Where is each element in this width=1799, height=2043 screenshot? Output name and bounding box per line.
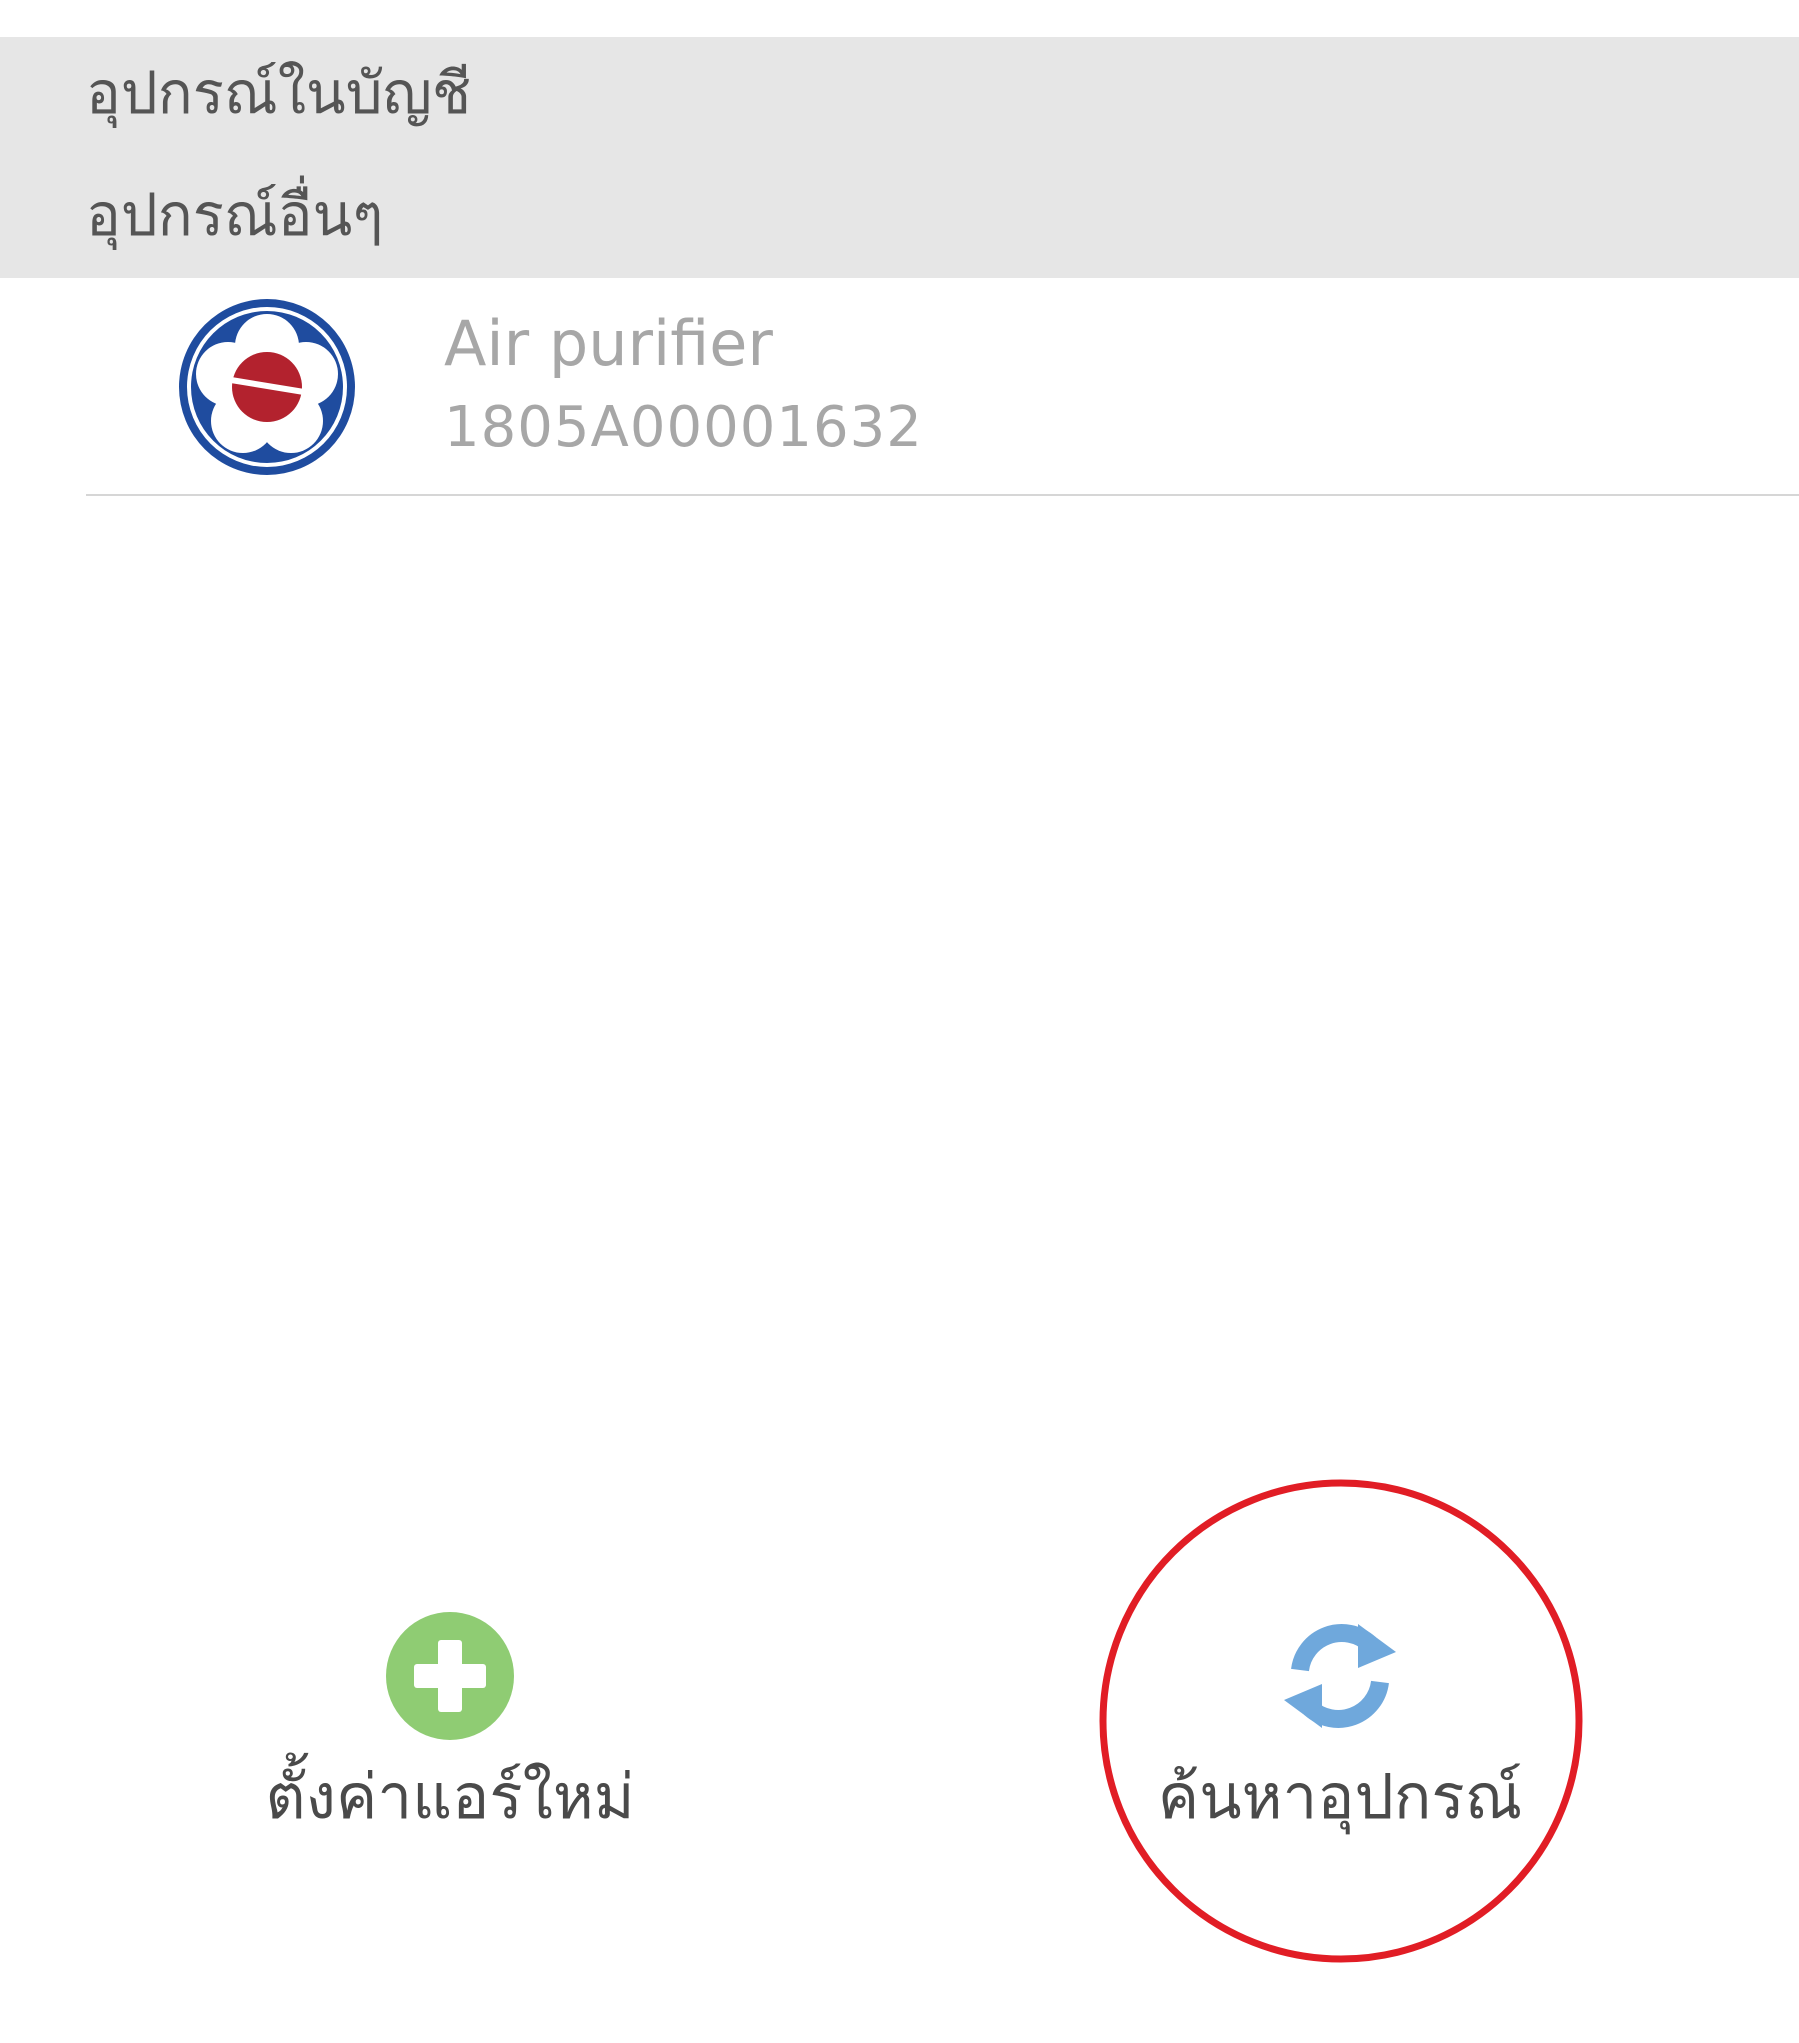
device-name: Air purifier	[444, 307, 773, 380]
plus-circle-icon	[384, 1610, 516, 1742]
refresh-icon	[1274, 1610, 1406, 1742]
setup-new-ac-label: ตั้งค่าแอร์ใหม่	[265, 1760, 635, 1833]
section-account-devices[interactable]: อุปกรณ์ในบัญชี	[86, 64, 471, 122]
setup-new-ac-button[interactable]: ตั้งค่าแอร์ใหม่	[170, 1610, 730, 1850]
search-device-button[interactable]: ค้นหาอุปกรณ์	[1060, 1610, 1620, 1850]
section-other-devices[interactable]: อุปกรณ์อื่นๆ	[86, 186, 383, 244]
list-divider	[86, 494, 1799, 496]
search-device-label: ค้นหาอุปกรณ์	[1157, 1760, 1523, 1833]
brand-logo-icon	[176, 296, 358, 478]
device-serial: 1805A00001632	[444, 395, 923, 460]
device-list-item[interactable]: Air purifier 1805A00001632	[86, 278, 1799, 494]
